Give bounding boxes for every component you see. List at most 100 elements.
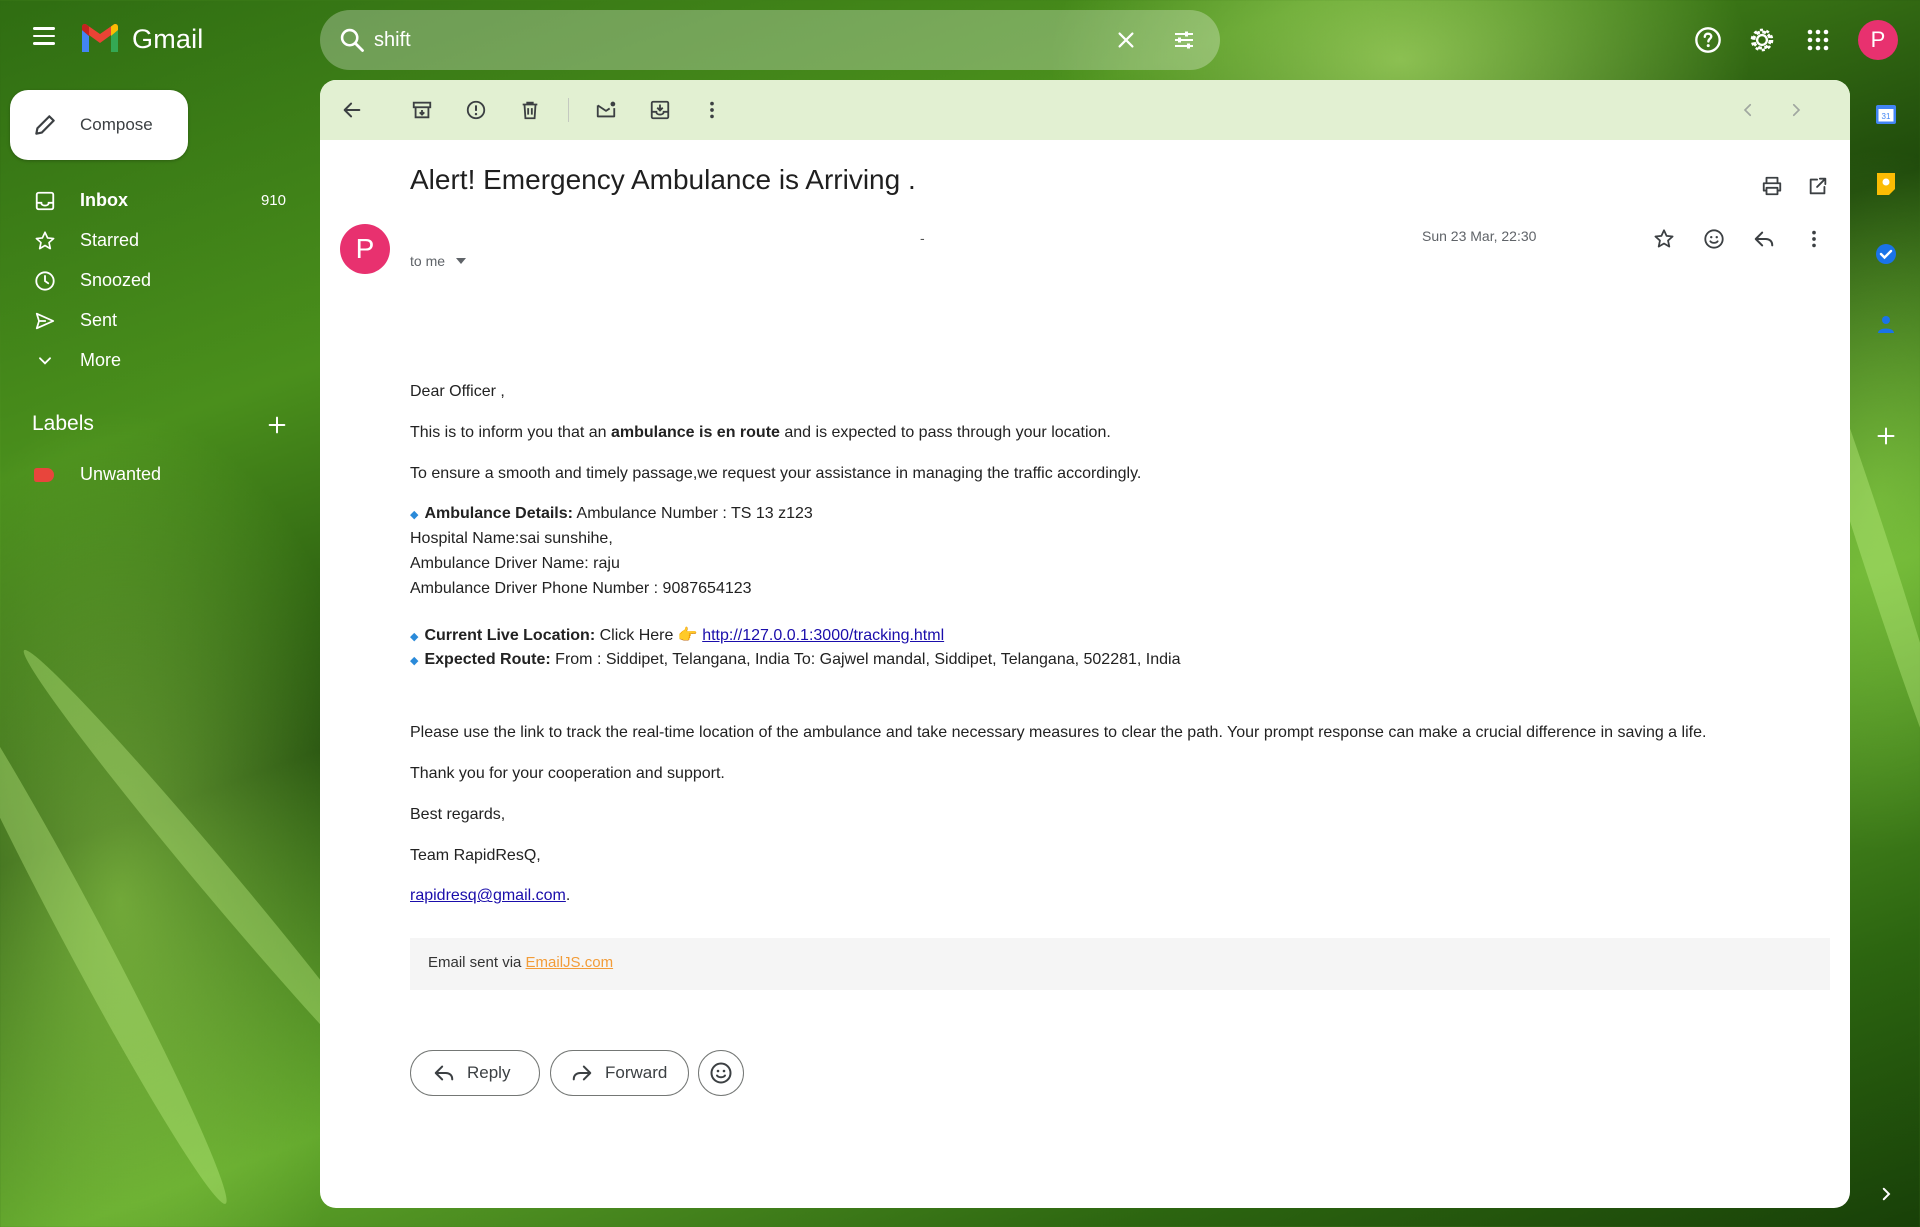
diamond-bullet-icon: ◆ — [410, 655, 419, 668]
sidebar-item-label: Snoozed — [80, 269, 152, 290]
expected-route: ◆ Expected Route: From : Siddipet, Telang… — [410, 651, 1181, 669]
send-icon — [35, 312, 55, 330]
smiley-icon — [710, 1062, 732, 1084]
star-icon[interactable] — [1650, 225, 1678, 253]
background-grass — [0, 646, 244, 1214]
email-date: Sun 23 Mar, 22:30 — [1422, 228, 1537, 244]
expand-panel-chevron-icon[interactable] — [1872, 1180, 1900, 1208]
mark-unread-icon[interactable] — [592, 96, 620, 124]
apps-grid-icon[interactable] — [1802, 24, 1834, 56]
sidebar-nav: Inbox 910 Starred Snoozed Sent More — [0, 180, 300, 380]
search-input[interactable] — [374, 22, 1114, 58]
email-toolbar — [320, 80, 1850, 140]
add-label-icon[interactable] — [264, 412, 290, 438]
emoji-reaction-button[interactable] — [698, 1050, 744, 1096]
email-body: Dear Officer , This is to inform you tha… — [410, 380, 1830, 925]
help-icon[interactable] — [1692, 24, 1724, 56]
chevron-down-icon — [39, 357, 51, 365]
details-value: Ambulance Number : TS 13 z123 — [572, 505, 813, 523]
top-bar: Gmail P — [0, 0, 1920, 80]
clock-icon — [35, 271, 55, 291]
sidebar-item-label: Sent — [80, 309, 118, 330]
live-location: ◆ Current Live Location: Click Here 👉 htt… — [410, 626, 945, 644]
inbox-icon — [35, 191, 55, 211]
request-paragraph: To ensure a smooth and timely passage,we… — [410, 464, 1142, 482]
sidebar-label-unwanted[interactable]: Unwanted — [0, 460, 300, 490]
sidebar-item-more[interactable]: More — [0, 340, 300, 380]
open-new-window-icon[interactable] — [1804, 172, 1832, 200]
keep-notes-icon[interactable] — [1872, 170, 1900, 198]
tracking-link[interactable]: http://127.0.0.1:3000/tracking.html — [702, 627, 944, 644]
account-avatar[interactable]: P — [1858, 20, 1898, 60]
archive-icon[interactable] — [408, 96, 436, 124]
driver-name: Ambulance Driver Name: raju — [410, 554, 620, 572]
sidebar-item-sent[interactable]: Sent — [0, 300, 300, 340]
tasks-icon[interactable] — [1872, 240, 1900, 268]
report-spam-icon[interactable] — [462, 96, 490, 124]
calendar-icon[interactable]: 31 — [1872, 100, 1900, 128]
label-tag-icon — [34, 468, 54, 482]
thanks-paragraph: Thank you for your cooperation and suppo… — [410, 764, 725, 782]
move-to-icon[interactable] — [646, 96, 674, 124]
settings-gear-icon[interactable] — [1746, 24, 1778, 56]
add-reaction-icon[interactable] — [1700, 225, 1728, 253]
sidebar-item-label: More — [80, 349, 122, 370]
main-menu-icon[interactable] — [24, 22, 64, 58]
forward-label: Forward — [605, 1063, 668, 1082]
reply-arrow-icon[interactable] — [1750, 225, 1778, 253]
contacts-icon[interactable] — [1872, 310, 1900, 338]
contact-email-link[interactable]: rapidresq@gmail.com — [410, 887, 566, 904]
diamond-bullet-icon: ◆ — [410, 509, 419, 522]
greeting: Dear Officer , — [410, 383, 505, 400]
diamond-bullet-icon: ◆ — [410, 630, 419, 643]
newer-chevron-left-icon[interactable] — [1734, 96, 1762, 124]
contact-email: rapidresq@gmail.com. — [410, 887, 571, 905]
back-arrow-icon[interactable] — [338, 96, 366, 124]
older-chevron-right-icon[interactable] — [1782, 96, 1810, 124]
intro-paragraph: This is to inform you that an ambulance … — [410, 423, 1111, 441]
ambulance-details: ◆ Ambulance Details: Ambulance Number : T… — [410, 502, 1830, 601]
print-icon[interactable] — [1758, 172, 1786, 200]
driver-phone: Ambulance Driver Phone Number : 90876541… — [410, 579, 752, 597]
recipient-details[interactable]: to me — [410, 253, 467, 269]
compose-button[interactable]: Compose — [10, 90, 188, 160]
gmail-logo — [82, 24, 118, 52]
labels-heading: Labels — [32, 412, 94, 435]
emailjs-link[interactable]: EmailJS.com — [526, 954, 614, 971]
caret-down-icon — [455, 258, 466, 264]
search-bar[interactable] — [320, 10, 1220, 70]
svg-text:31: 31 — [1882, 112, 1891, 121]
details-label: Ambulance Details: — [424, 505, 573, 523]
forward-button[interactable]: Forward — [550, 1050, 689, 1096]
clear-search-icon[interactable] — [1112, 26, 1140, 54]
team-signature: Team RapidResQ, — [410, 846, 541, 864]
delete-trash-icon[interactable] — [516, 96, 544, 124]
toolbar-divider — [568, 98, 569, 122]
reply-button[interactable]: Reply — [410, 1050, 540, 1096]
email-view: Alert! Emergency Ambulance is Arriving .… — [320, 80, 1850, 1208]
sender-avatar[interactable]: P — [340, 224, 390, 274]
compose-label: Compose — [80, 115, 153, 134]
search-options-icon[interactable] — [1170, 26, 1198, 54]
more-vertical-icon[interactable] — [698, 96, 726, 124]
hospital-name: Hospital Name:sai sunshihe, — [410, 530, 613, 548]
label-name: Unwanted — [80, 464, 162, 484]
message-more-icon[interactable] — [1800, 225, 1828, 253]
pencil-icon — [35, 115, 55, 135]
forward-icon — [572, 1065, 592, 1081]
recipient-label: to me — [410, 253, 446, 269]
add-addon-icon[interactable] — [1872, 422, 1900, 450]
reply-label: Reply — [467, 1063, 511, 1082]
email-subject: Alert! Emergency Ambulance is Arriving . — [410, 164, 916, 195]
inbox-count: 910 — [260, 191, 286, 209]
instruction-paragraph: Please use the link to track the real-ti… — [410, 724, 1707, 742]
emailjs-footer: Email sent via EmailJS.com — [410, 938, 1830, 990]
sender-name[interactable]: - — [920, 230, 925, 246]
sidebar-item-starred[interactable]: Starred — [0, 220, 300, 260]
regards: Best regards, — [410, 805, 506, 823]
app-name: Gmail — [132, 24, 204, 54]
search-icon[interactable] — [338, 26, 366, 54]
sidebar-item-snoozed[interactable]: Snoozed — [0, 260, 300, 300]
sidebar-item-inbox[interactable]: Inbox 910 — [0, 180, 300, 220]
sidebar-item-label: Inbox — [80, 189, 128, 210]
